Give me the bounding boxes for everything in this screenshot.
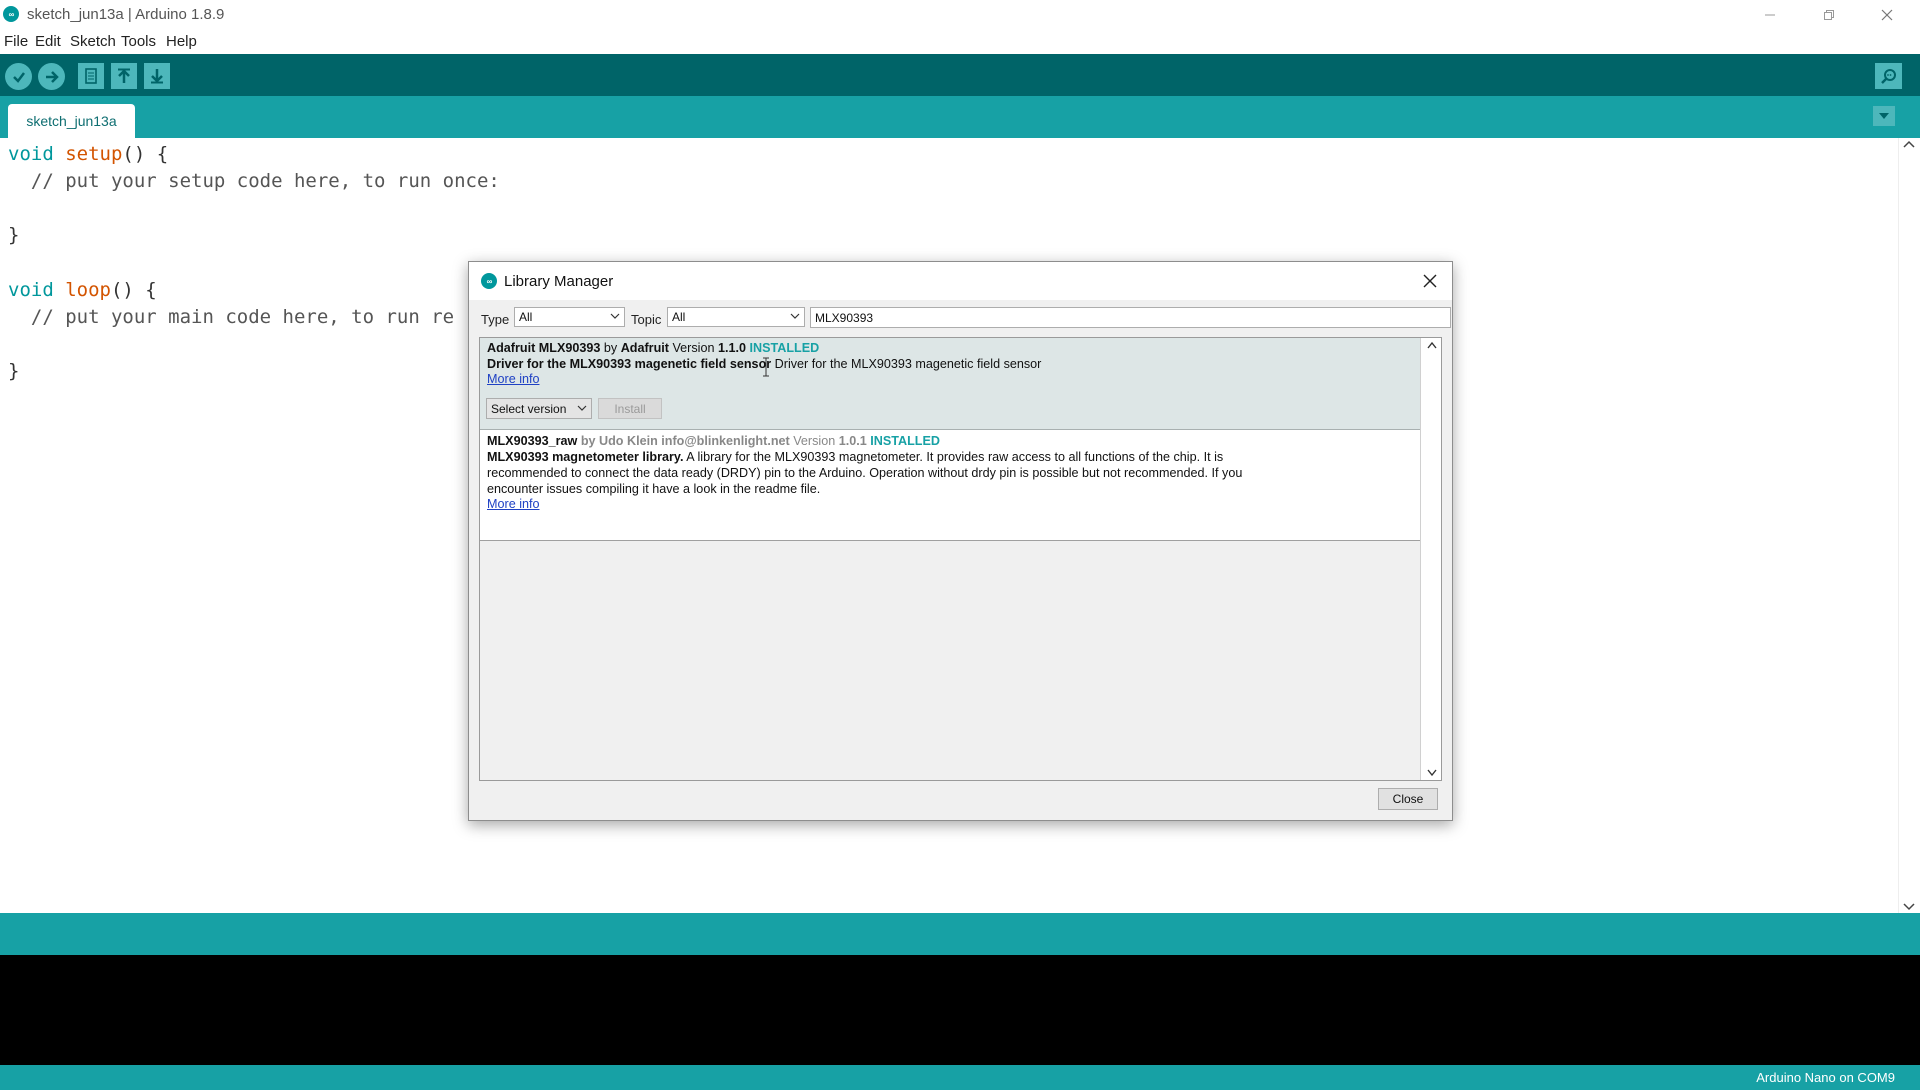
library-header: Adafruit MLX90393 by Adafruit Version 1.… [487,341,820,355]
library-item-mlx90393-raw[interactable]: MLX90393_raw by Udo Klein info@blinkenli… [480,430,1420,541]
open-icon [118,68,130,83]
title-bar: ∞ sketch_jun13a | Arduino 1.8.9 [0,0,1920,29]
text-cursor-icon [763,357,769,377]
chevron-down-icon [577,405,587,411]
verify-icon [12,71,25,83]
topic-select[interactable]: All [667,307,805,327]
open-sketch-button[interactable] [111,63,137,89]
library-description: MLX90393 magnetometer library. A library… [487,450,1224,464]
arduino-logo-icon: ∞ [3,6,19,22]
scroll-down-icon[interactable] [1903,903,1915,911]
status-footer: Arduino Nano on COM9 [0,1065,1920,1090]
close-icon [1881,9,1893,20]
tab-menu-button[interactable] [1873,106,1895,126]
more-info-link[interactable]: More info [487,372,540,386]
menu-file[interactable]: File [4,33,28,50]
verify-button[interactable] [5,63,32,90]
new-sketch-button[interactable] [78,63,104,89]
serial-monitor-button[interactable] [1875,63,1902,89]
code-line: // put your setup code here, to run once… [8,170,500,192]
upload-button[interactable] [38,63,65,90]
dialog-close-x-button[interactable] [1420,271,1440,291]
library-description: recommended to connect the data ready (D… [487,466,1243,480]
close-button[interactable]: Close [1378,788,1438,810]
save-sketch-button[interactable] [144,63,170,89]
scroll-down-icon[interactable] [1427,769,1437,777]
type-label: Type [481,312,510,327]
code-line: // put your main code here, to run re [8,306,455,328]
save-icon [151,69,163,84]
board-port-label: Arduino Nano on COM9 [1756,1070,1895,1085]
menu-help[interactable]: Help [166,33,197,50]
library-search-input[interactable] [810,307,1451,328]
topic-label: Topic [631,312,662,327]
new-icon [85,68,97,84]
message-bar [0,913,1920,955]
version-select-value: Select version [491,402,567,416]
minimize-icon [1765,14,1775,15]
upload-icon [45,70,59,83]
library-manager-dialog: ∞ Library Manager Type All Topic All Ada… [468,261,1453,821]
chevron-down-icon [1879,113,1889,119]
library-list-scrollbar[interactable] [1420,338,1441,780]
tab-bar: sketch_jun13a [0,96,1920,138]
version-select[interactable]: Select version [486,398,592,419]
arduino-logo-icon: ∞ [481,273,497,289]
install-button[interactable]: Install [598,398,662,419]
library-list: Adafruit MLX90393 by Adafruit Version 1.… [479,337,1442,781]
code-line: void loop() { [8,279,157,301]
library-item-adafruit-mlx90393[interactable]: Adafruit MLX90393 by Adafruit Version 1.… [480,338,1420,430]
tab-sketch[interactable]: sketch_jun13a [8,104,135,138]
library-header: MLX90393_raw by Udo Klein info@blinkenli… [487,434,940,448]
menu-sketch[interactable]: Sketch [70,33,116,50]
dialog-title: Library Manager [504,273,614,290]
more-info-link[interactable]: More info [487,497,540,511]
scroll-up-icon[interactable] [1427,341,1437,349]
topic-select-value: All [672,310,686,324]
serial-monitor-icon [1880,69,1896,84]
window-title: sketch_jun13a | Arduino 1.8.9 [27,6,225,23]
menu-edit[interactable]: Edit [35,33,61,50]
menu-tools[interactable]: Tools [121,33,156,50]
close-window-button[interactable] [1858,0,1916,29]
chevron-down-icon [610,313,620,319]
console-output[interactable] [0,955,1920,1065]
restore-icon [1824,9,1834,20]
chevron-down-icon [790,313,800,319]
code-line: void setup() { [8,143,169,165]
scroll-up-icon[interactable] [1903,140,1915,148]
minimize-button[interactable] [1741,0,1799,29]
close-icon [1423,274,1437,288]
type-select[interactable]: All [514,307,625,327]
library-description: encounter issues compiling it have a loo… [487,482,821,496]
maximize-button[interactable] [1800,0,1858,29]
menu-bar: File Edit Sketch Tools Help [0,29,1920,55]
code-line: } [8,360,20,382]
dialog-title-bar: ∞ Library Manager [469,262,1452,300]
editor-scrollbar[interactable] [1898,138,1920,913]
code-line: } [8,224,20,246]
tab-label: sketch_jun13a [26,113,117,129]
toolbar [0,54,1920,96]
type-select-value: All [519,310,533,324]
